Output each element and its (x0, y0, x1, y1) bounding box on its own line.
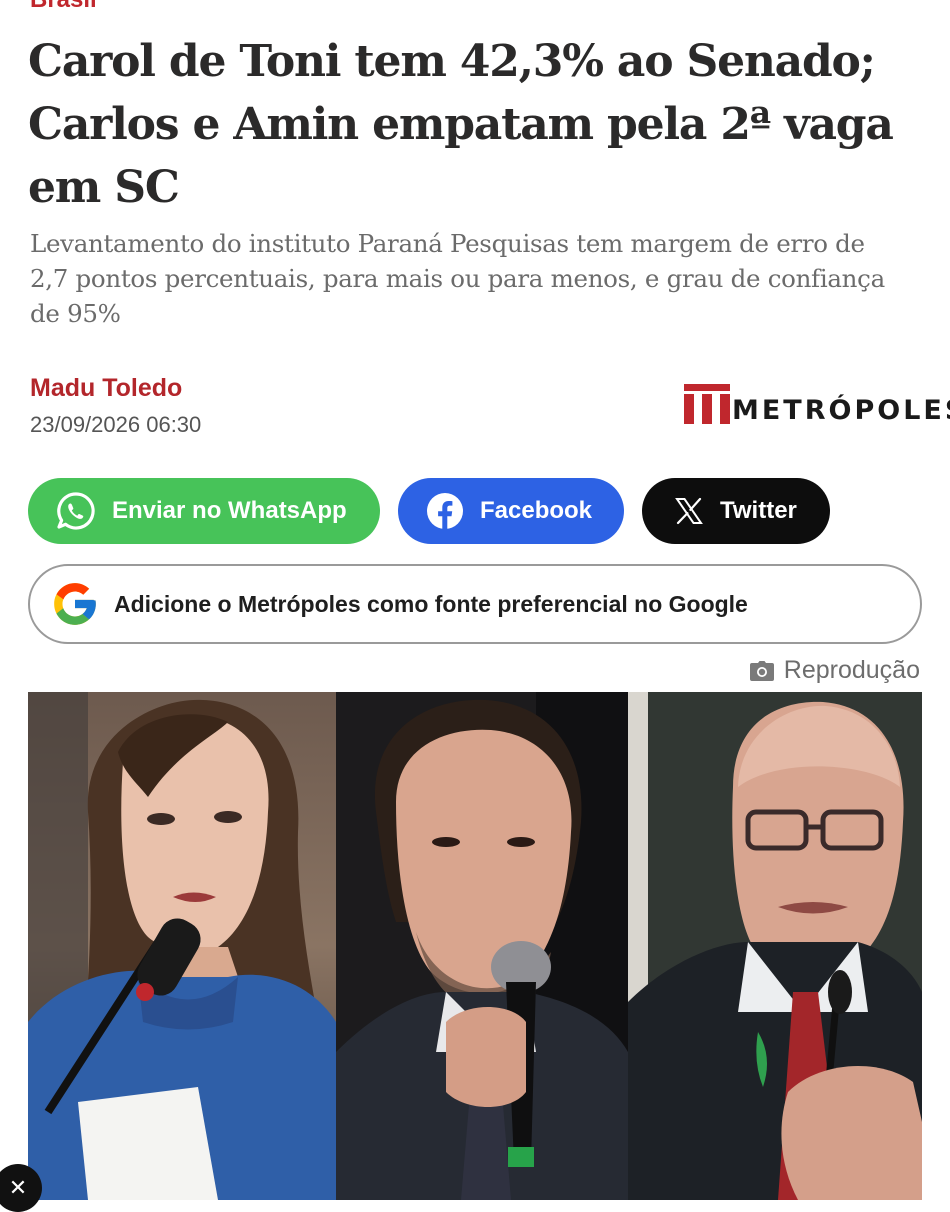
article-subtitle: Levantamento do instituto Paraná Pesquis… (30, 229, 885, 328)
photo-panel-older-man (628, 692, 922, 1200)
whatsapp-icon (57, 492, 95, 530)
google-preferred-source-button[interactable]: Adicione o Metrópoles como fonte prefere… (28, 564, 922, 644)
image-credit: Reprodução (749, 656, 920, 685)
article-headline: Carol de Toni tem 42,3% ao Senado; Carlo… (28, 36, 894, 213)
metropoles-wordmark: METRÓPOLES (732, 395, 950, 426)
share-twitter-button[interactable]: Twitter (642, 478, 830, 544)
photo-panel-woman (28, 692, 336, 1200)
publish-datetime: 23/09/2026 06:30 (30, 412, 202, 437)
google-g-icon (54, 583, 96, 625)
close-overlay-button[interactable]: ✕ (0, 1164, 42, 1212)
article-photo[interactable] (28, 692, 922, 1200)
camera-icon (749, 660, 774, 681)
section-tag[interactable]: Brasil (30, 0, 97, 14)
share-twitter-label: Twitter (720, 497, 797, 524)
share-whatsapp-label: Enviar no WhatsApp (112, 497, 347, 524)
share-facebook-label: Facebook (480, 497, 593, 524)
google-preferred-source-label: Adicione o Metrópoles como fonte prefere… (114, 590, 748, 617)
facebook-icon (427, 493, 463, 529)
photo-panel-man-microphone (336, 692, 628, 1200)
image-credit-label: Reprodução (783, 656, 920, 684)
share-facebook-button[interactable]: Facebook (398, 478, 624, 544)
author-name[interactable]: Madu Toledo (30, 374, 182, 403)
metropoles-logo[interactable]: METRÓPOLES (684, 384, 950, 424)
metropoles-m-mark-icon (684, 384, 730, 424)
x-twitter-icon (675, 497, 703, 525)
share-whatsapp-button[interactable]: Enviar no WhatsApp (28, 478, 380, 544)
